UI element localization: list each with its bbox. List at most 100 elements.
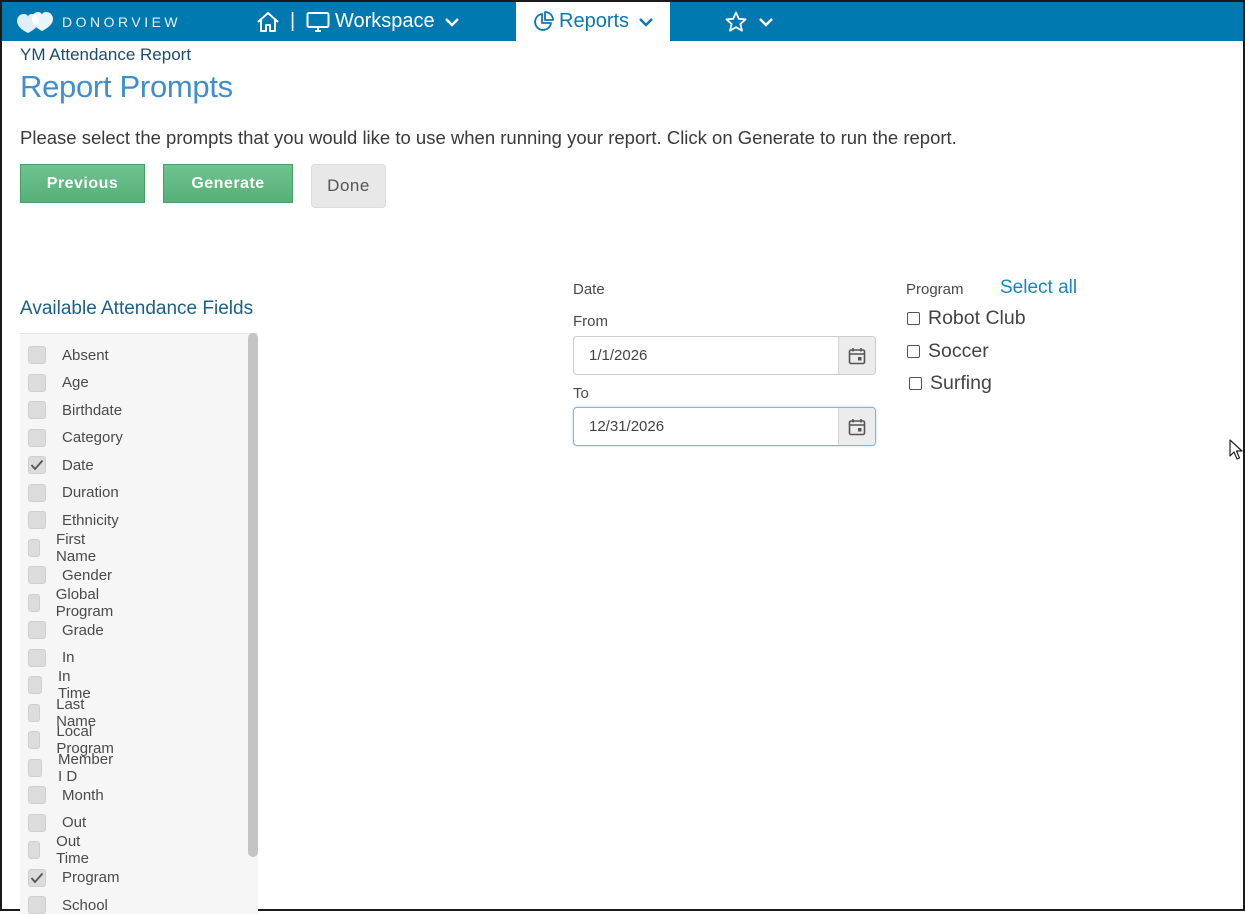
field-checkbox[interactable] (28, 538, 41, 557)
field-row[interactable]: Age (28, 372, 89, 394)
field-label: Out (62, 814, 87, 831)
field-label: Duration (62, 484, 119, 501)
generate-button[interactable]: Generate (163, 164, 293, 203)
donorview-logo[interactable]: DONORVIEW (16, 10, 181, 34)
chevron-down-icon (759, 17, 773, 27)
fields-list: Absent Age Birthdate Category Date Duration Et… (20, 333, 258, 914)
chevron-down-icon (639, 17, 653, 27)
field-row[interactable]: Gender (28, 564, 112, 586)
field-checkbox[interactable] (28, 428, 46, 447)
field-checkbox[interactable] (28, 868, 46, 887)
field-row[interactable]: Local Program (28, 723, 120, 757)
field-label: In (62, 649, 75, 666)
top-nav: DONORVIEW | Workspace Reports (2, 2, 1243, 41)
field-label: Gender (62, 566, 113, 584)
field-checkbox[interactable] (28, 758, 43, 777)
previous-button[interactable]: Previous (20, 164, 145, 203)
program-option-label: Soccer (928, 340, 989, 362)
program-option[interactable]: Surfing (909, 372, 992, 395)
program-option-label: Surfing (930, 372, 992, 394)
field-checkbox[interactable] (28, 456, 46, 474)
field-checkbox[interactable] (28, 346, 46, 364)
program-label: Program (906, 281, 964, 298)
field-checkbox[interactable] (28, 511, 46, 529)
brand-name: DONORVIEW (62, 14, 182, 30)
calendar-icon (848, 418, 866, 435)
field-checkbox[interactable] (28, 483, 46, 502)
field-row[interactable]: Program (28, 867, 120, 889)
field-row[interactable]: Duration (28, 482, 119, 504)
field-checkbox[interactable] (28, 841, 41, 859)
field-label: Month (62, 786, 104, 804)
fields-scrollbar[interactable] (248, 333, 258, 857)
checkmark-icon (30, 459, 44, 471)
star-icon (725, 11, 747, 32)
checkmark-icon (30, 872, 44, 883)
done-button[interactable]: Done (311, 164, 386, 208)
field-label: Global Program (55, 585, 114, 620)
field-checkbox[interactable] (28, 566, 46, 584)
to-date-field (573, 407, 876, 446)
to-label: To (573, 385, 589, 402)
program-option-label: Robot Club (928, 307, 1026, 329)
reports-menu[interactable]: Reports (516, 2, 670, 41)
field-row[interactable]: Out Time (28, 833, 95, 867)
field-row[interactable]: Birthdate (28, 399, 122, 421)
favorites-menu[interactable] (724, 2, 774, 41)
from-calendar-button[interactable] (838, 337, 875, 374)
field-row[interactable]: Member I D (28, 751, 117, 785)
program-checkbox[interactable] (907, 345, 920, 358)
field-checkbox[interactable] (28, 373, 46, 392)
select-all-link[interactable]: Select all (1000, 277, 1077, 299)
from-date-field (573, 336, 876, 375)
from-date-input[interactable] (574, 337, 839, 374)
from-label: From (573, 313, 608, 330)
field-label: Program (62, 869, 120, 886)
field-row[interactable]: In Time (28, 668, 95, 702)
field-row[interactable]: In (28, 647, 75, 669)
workspace-label: Workspace (335, 10, 435, 32)
field-row[interactable]: Global Program (28, 586, 120, 620)
field-checkbox[interactable] (28, 593, 40, 612)
field-label: Date (62, 456, 94, 474)
workspace-menu[interactable]: Workspace (306, 2, 460, 41)
field-checkbox[interactable] (28, 813, 46, 832)
chevron-down-icon (444, 17, 459, 27)
field-row[interactable]: Last Name (28, 696, 102, 730)
field-label: First Name (56, 530, 97, 565)
program-checkbox[interactable] (907, 312, 920, 325)
nav-separator: | (290, 10, 296, 32)
field-row[interactable]: Out (28, 812, 86, 834)
program-option[interactable]: Soccer (907, 340, 989, 363)
field-row[interactable]: Month (28, 784, 104, 806)
field-checkbox[interactable] (28, 621, 46, 639)
field-row[interactable]: Absent (28, 344, 109, 366)
field-row[interactable]: Date (28, 454, 94, 476)
field-row[interactable]: Ethnicity (28, 509, 119, 531)
field-label: Grade (62, 621, 104, 639)
field-row[interactable]: First Name (28, 531, 102, 565)
field-row[interactable]: Grade (28, 619, 104, 641)
field-checkbox[interactable] (28, 401, 46, 419)
program-option[interactable]: Robot Club (907, 307, 1026, 330)
reports-label: Reports (559, 10, 630, 32)
field-row[interactable]: Category (28, 427, 123, 449)
field-checkbox[interactable] (28, 703, 41, 722)
to-calendar-button[interactable] (838, 408, 875, 445)
field-checkbox[interactable] (28, 676, 42, 694)
field-checkbox[interactable] (28, 731, 41, 749)
to-date-input[interactable] (574, 408, 839, 445)
field-label: Member I D (58, 750, 114, 785)
field-row[interactable]: School (28, 894, 108, 914)
field-checkbox[interactable] (28, 896, 46, 914)
home-button[interactable] (256, 2, 280, 41)
calendar-icon (848, 347, 866, 364)
field-checkbox[interactable] (28, 648, 46, 667)
instructions-text: Please select the prompts that you would… (20, 127, 957, 148)
date-label: Date (573, 281, 605, 298)
program-checkbox[interactable] (909, 377, 922, 390)
pie-chart-icon (534, 10, 554, 31)
field-checkbox[interactable] (28, 786, 46, 804)
field-label: Out Time (56, 833, 89, 867)
field-label: Birthdate (62, 401, 123, 419)
